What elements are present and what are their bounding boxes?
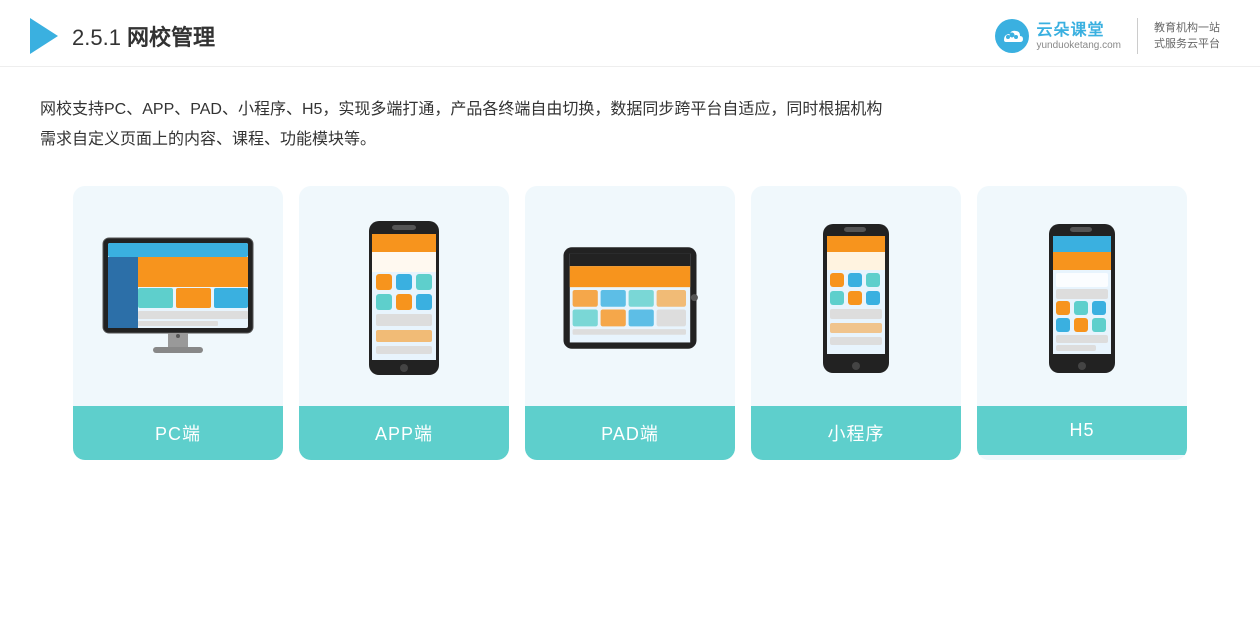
brand-divider <box>1137 18 1138 54</box>
card-pc-image <box>73 186 283 406</box>
card-app: APP端 <box>299 186 509 460</box>
description-line2: 需求自定义页面上的内容、课程、功能模块等。 <box>40 125 1220 155</box>
description: 网校支持PC、APP、PAD、小程序、H5，实现多端打通，产品各终端自由切换，数… <box>0 67 1260 166</box>
card-pad: PAD端 <box>525 186 735 460</box>
description-line1: 网校支持PC、APP、PAD、小程序、H5，实现多端打通，产品各终端自由切换，数… <box>40 95 1220 125</box>
brand-name: 云朵课堂 <box>1036 21 1104 40</box>
cloud-icon <box>994 18 1030 54</box>
card-miniapp: 小程序 <box>751 186 961 460</box>
brand-url: yunduoketang.com <box>1036 40 1121 51</box>
page-title: 2.5.1 网校管理 <box>72 20 215 52</box>
miniapp-phone-icon <box>820 221 892 376</box>
brand-slogan: 教育机构一站 式服务云平台 <box>1154 20 1220 53</box>
cards-section: PC端 <box>0 166 1260 480</box>
h5-phone-icon <box>1046 221 1118 376</box>
card-miniapp-image <box>751 186 961 406</box>
card-h5: H5 <box>977 186 1187 460</box>
header: 2.5.1 网校管理 云朵课堂 yunduoketang.com <box>0 0 1260 67</box>
logo-triangle-icon <box>30 18 58 54</box>
pad-mockup-icon <box>560 243 700 353</box>
card-pad-label: PAD端 <box>525 406 735 460</box>
brand-logo: 云朵课堂 yunduoketang.com <box>994 18 1121 54</box>
card-app-image <box>299 186 509 406</box>
brand-text: 云朵课堂 yunduoketang.com <box>1036 21 1121 51</box>
header-right: 云朵课堂 yunduoketang.com 教育机构一站 式服务云平台 <box>994 18 1220 54</box>
card-app-label: APP端 <box>299 406 509 460</box>
header-left: 2.5.1 网校管理 <box>30 18 215 54</box>
card-h5-label: H5 <box>977 406 1187 455</box>
pc-mockup-icon <box>98 233 258 363</box>
card-pc-label: PC端 <box>73 406 283 460</box>
card-pad-image <box>525 186 735 406</box>
card-h5-image <box>977 186 1187 406</box>
page-container: 2.5.1 网校管理 云朵课堂 yunduoketang.com <box>0 0 1260 630</box>
app-phone-icon <box>364 218 444 378</box>
card-pc: PC端 <box>73 186 283 460</box>
card-miniapp-label: 小程序 <box>751 406 961 460</box>
